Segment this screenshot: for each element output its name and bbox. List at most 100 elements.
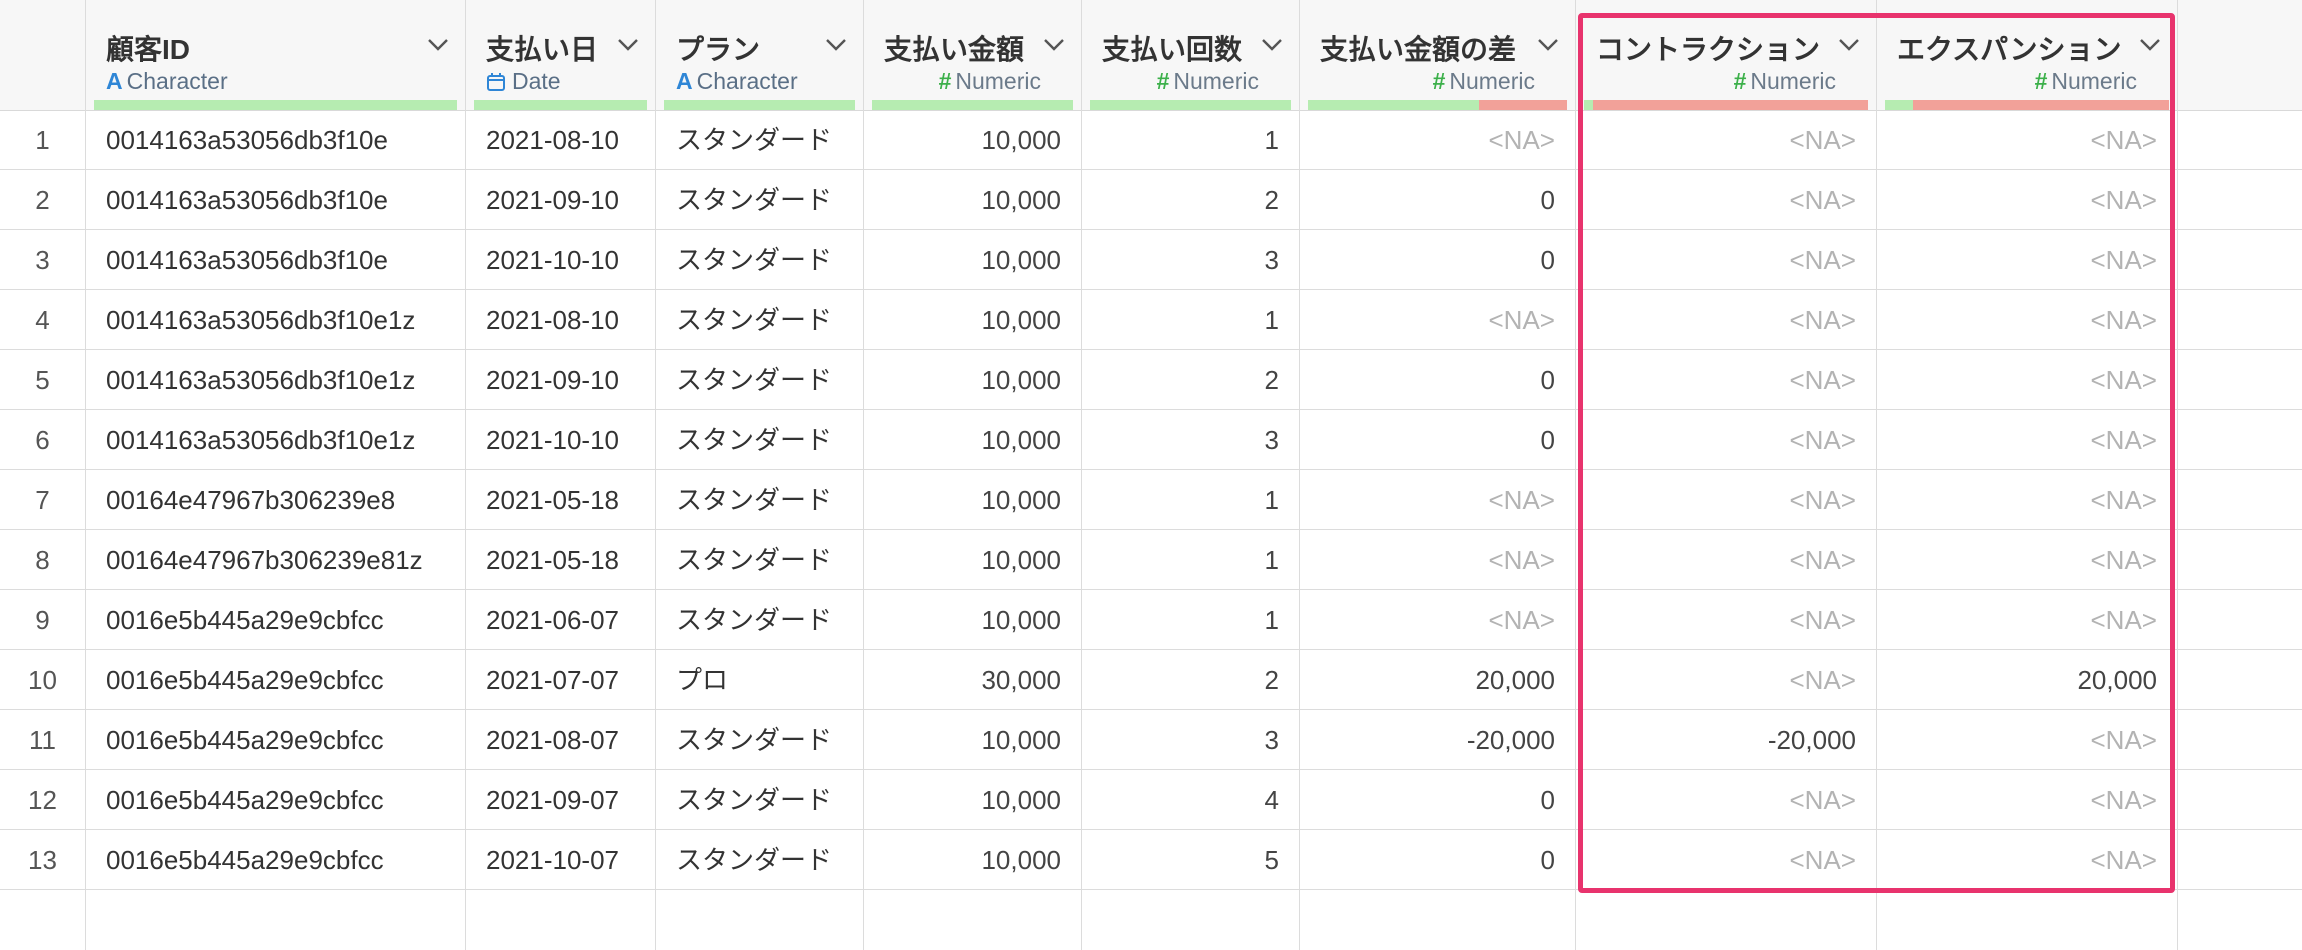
table-row[interactable]: 12 0016e5b445a29e9cbfcc 2021-09-07 スタンダード 10… [0, 770, 2302, 830]
chevron-down-icon[interactable] [1261, 38, 1283, 52]
table-cell[interactable]: 10,000 [864, 230, 1082, 290]
table-row[interactable]: 8 00164e47967b306239e81z 2021-05-18 スタンダード 1… [0, 530, 2302, 590]
table-cell[interactable]: 2021-10-10 [466, 410, 656, 470]
column-header-8[interactable]: エクスパンション # Numeric [1877, 0, 2178, 110]
table-cell[interactable]: 0016e5b445a29e9cbfcc [86, 590, 466, 650]
table-cell[interactable]: 20,000 [1300, 650, 1576, 710]
chevron-down-icon[interactable] [617, 38, 639, 52]
table-cell[interactable]: 10,000 [864, 350, 1082, 410]
chevron-down-icon[interactable] [1537, 38, 1559, 52]
table-row[interactable]: 7 00164e47967b306239e8 2021-05-18 スタンダード 10,… [0, 470, 2302, 530]
table-cell[interactable]: <NA> [1576, 410, 1877, 470]
table-cell[interactable]: スタンダード [656, 530, 864, 590]
table-cell[interactable]: <NA> [1877, 170, 2178, 230]
table-row[interactable]: 2 0014163a53056db3f10e 2021-09-10 スタンダード 10,… [0, 170, 2302, 230]
table-cell[interactable]: 3 [1082, 230, 1300, 290]
table-cell[interactable]: -20,000 [1576, 710, 1877, 770]
table-cell[interactable]: 2021-08-10 [466, 110, 656, 170]
table-cell[interactable]: <NA> [1877, 770, 2178, 830]
table-cell[interactable]: <NA> [1576, 830, 1877, 890]
table-cell[interactable]: 10,000 [864, 530, 1082, 590]
table-cell[interactable]: <NA> [1877, 710, 2178, 770]
table-cell[interactable]: <NA> [1877, 290, 2178, 350]
table-cell[interactable]: 0 [1300, 350, 1576, 410]
table-cell[interactable]: 2021-10-10 [466, 230, 656, 290]
table-cell[interactable]: 10,000 [864, 590, 1082, 650]
table-cell[interactable]: <NA> [1300, 110, 1576, 170]
table-cell[interactable]: スタンダード [656, 470, 864, 530]
table-cell[interactable]: 10,000 [864, 170, 1082, 230]
table-cell[interactable]: 2021-06-07 [466, 590, 656, 650]
table-cell[interactable]: 0016e5b445a29e9cbfcc [86, 650, 466, 710]
chevron-down-icon[interactable] [427, 38, 449, 52]
table-cell[interactable]: 10,000 [864, 410, 1082, 470]
table-cell[interactable]: 30,000 [864, 650, 1082, 710]
table-cell[interactable]: <NA> [1576, 230, 1877, 290]
table-cell[interactable]: 2 [1082, 170, 1300, 230]
chevron-down-icon[interactable] [2139, 38, 2161, 52]
table-cell[interactable]: 00164e47967b306239e81z [86, 530, 466, 590]
table-row[interactable]: 3 0014163a53056db3f10e 2021-10-10 スタンダード 10,… [0, 230, 2302, 290]
table-cell[interactable]: 10,000 [864, 770, 1082, 830]
column-header-2[interactable]: 支払い日 Date [466, 0, 656, 110]
table-cell[interactable]: 2021-08-10 [466, 290, 656, 350]
table-cell[interactable]: プロ [656, 650, 864, 710]
table-cell[interactable]: 1 [1082, 590, 1300, 650]
table-cell[interactable]: <NA> [1576, 770, 1877, 830]
table-cell[interactable]: 3 [1082, 410, 1300, 470]
table-row[interactable]: 13 0016e5b445a29e9cbfcc 2021-10-07 スタンダード 10… [0, 830, 2302, 890]
table-cell[interactable]: <NA> [1300, 530, 1576, 590]
table-row[interactable]: 6 0014163a53056db3f10e1z 2021-10-10 スタンダード 1… [0, 410, 2302, 470]
table-row[interactable]: 9 0016e5b445a29e9cbfcc 2021-06-07 スタンダード 10,… [0, 590, 2302, 650]
table-cell[interactable]: <NA> [1300, 290, 1576, 350]
table-cell[interactable]: 1 [1082, 110, 1300, 170]
table-cell[interactable]: <NA> [1576, 290, 1877, 350]
table-row[interactable]: 5 0014163a53056db3f10e1z 2021-09-10 スタンダード 1… [0, 350, 2302, 410]
table-cell[interactable]: <NA> [1877, 350, 2178, 410]
chevron-down-icon[interactable] [1043, 38, 1065, 52]
table-cell[interactable]: -20,000 [1300, 710, 1576, 770]
table-cell[interactable]: <NA> [1877, 590, 2178, 650]
table-cell[interactable]: スタンダード [656, 710, 864, 770]
table-cell[interactable]: <NA> [1300, 590, 1576, 650]
table-cell[interactable]: 00164e47967b306239e8 [86, 470, 466, 530]
table-cell[interactable]: スタンダード [656, 590, 864, 650]
table-cell[interactable]: 10,000 [864, 290, 1082, 350]
table-cell[interactable]: 0014163a53056db3f10e1z [86, 350, 466, 410]
table-cell[interactable]: 3 [1082, 710, 1300, 770]
table-cell[interactable]: <NA> [1576, 530, 1877, 590]
table-cell[interactable]: 0 [1300, 770, 1576, 830]
table-cell[interactable]: 1 [1082, 530, 1300, 590]
table-cell[interactable]: <NA> [1300, 470, 1576, 530]
table-row[interactable]: 10 0016e5b445a29e9cbfcc 2021-07-07 プロ 30,000… [0, 650, 2302, 710]
table-cell[interactable]: 2 [1082, 350, 1300, 410]
table-cell[interactable]: 0016e5b445a29e9cbfcc [86, 770, 466, 830]
column-header-4[interactable]: 支払い金額 # Numeric [864, 0, 1082, 110]
table-cell[interactable]: 10,000 [864, 710, 1082, 770]
table-cell[interactable]: <NA> [1576, 170, 1877, 230]
table-cell[interactable]: スタンダード [656, 110, 864, 170]
table-cell[interactable]: 2021-09-10 [466, 350, 656, 410]
table-cell[interactable]: <NA> [1576, 350, 1877, 410]
table-cell[interactable]: 4 [1082, 770, 1300, 830]
table-cell[interactable]: 1 [1082, 290, 1300, 350]
table-cell[interactable]: 2021-09-10 [466, 170, 656, 230]
table-cell[interactable]: 0 [1300, 230, 1576, 290]
table-cell[interactable]: 10,000 [864, 830, 1082, 890]
table-cell[interactable]: 0016e5b445a29e9cbfcc [86, 830, 466, 890]
table-cell[interactable]: 0014163a53056db3f10e [86, 110, 466, 170]
table-cell[interactable]: スタンダード [656, 830, 864, 890]
table-cell[interactable]: 10,000 [864, 110, 1082, 170]
table-cell[interactable]: 2021-05-18 [466, 470, 656, 530]
table-cell[interactable]: <NA> [1877, 110, 2178, 170]
table-cell[interactable]: <NA> [1576, 470, 1877, 530]
column-header-1[interactable]: 顧客ID A Character [86, 0, 466, 110]
table-row[interactable]: 1 0014163a53056db3f10e 2021-08-10 スタンダード 10,… [0, 110, 2302, 170]
table-cell[interactable]: 10,000 [864, 470, 1082, 530]
column-header-5[interactable]: 支払い回数 # Numeric [1082, 0, 1300, 110]
table-cell[interactable]: <NA> [1576, 590, 1877, 650]
table-cell[interactable]: <NA> [1877, 830, 2178, 890]
table-cell[interactable]: 2021-10-07 [466, 830, 656, 890]
table-cell[interactable]: 5 [1082, 830, 1300, 890]
table-cell[interactable]: <NA> [1877, 530, 2178, 590]
